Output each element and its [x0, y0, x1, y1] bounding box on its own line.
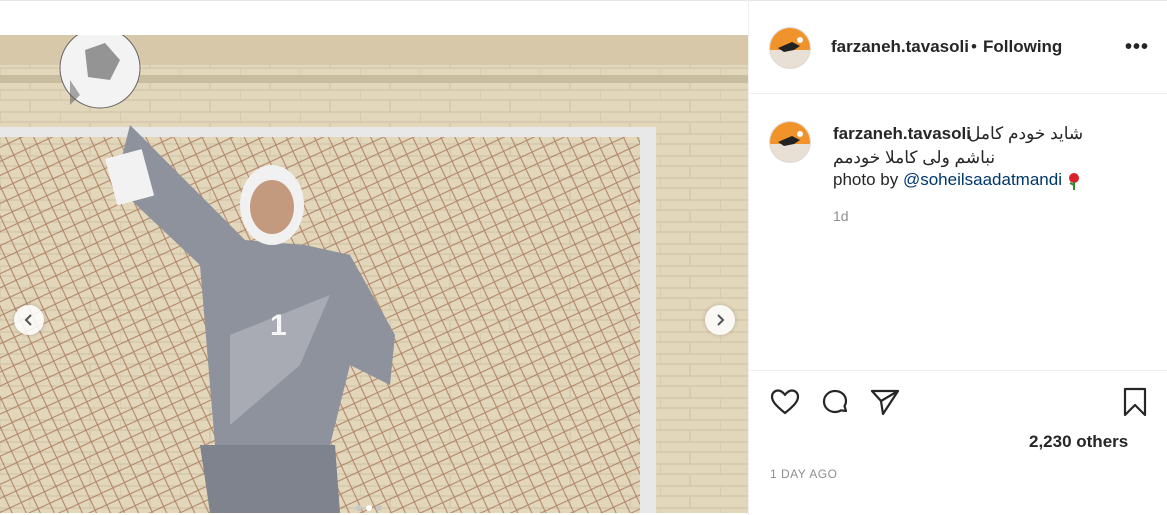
rose-emoji-icon — [1068, 172, 1079, 190]
carousel-indicator — [356, 505, 382, 511]
carousel-dot — [376, 505, 382, 511]
send-icon — [870, 389, 900, 416]
caption-text-line2: نباشم ولی کاملا خودمم — [833, 148, 996, 167]
avatar-image — [770, 28, 810, 68]
likes-count[interactable]: 2,230 others — [1029, 432, 1128, 452]
chevron-right-icon — [717, 314, 725, 326]
share-button[interactable] — [869, 386, 901, 423]
chevron-left-icon — [24, 314, 32, 326]
bookmark-icon — [1123, 387, 1147, 417]
caption-text-line1: شاید خودم کامل — [968, 124, 1084, 143]
actions-divider — [749, 370, 1167, 371]
post-side-panel: farzaneh.tavasoli • Following ••• farzan… — [748, 0, 1167, 515]
header-username[interactable]: farzaneh.tavasoli — [831, 37, 969, 57]
svg-text:1: 1 — [270, 309, 287, 342]
like-button[interactable] — [769, 386, 801, 423]
post-image[interactable]: 1 — [0, 35, 748, 513]
heart-icon — [770, 389, 800, 415]
mention-link[interactable]: @soheilsaadatmandi — [903, 170, 1062, 189]
previous-slide-button[interactable] — [14, 305, 44, 335]
comment-timestamp: 1d — [833, 208, 849, 224]
post-timestamp: 1 DAY AGO — [770, 467, 838, 481]
following-button[interactable]: Following — [983, 37, 1062, 57]
caption-username[interactable]: farzaneh.tavasoli — [833, 124, 971, 144]
carousel-dot-active — [366, 505, 372, 511]
more-options-button[interactable]: ••• — [1125, 36, 1149, 59]
next-slide-button[interactable] — [705, 305, 735, 335]
carousel-dot — [356, 505, 362, 511]
goalkeeper-photo: 1 — [0, 35, 748, 513]
save-button[interactable] — [1119, 386, 1151, 423]
caption-credit: photo by @soheilsaadatmandi — [833, 170, 1081, 190]
caption-photo-prefix: photo by — [833, 170, 903, 189]
comment-button[interactable] — [819, 386, 851, 423]
avatar[interactable] — [769, 27, 811, 69]
avatar-image — [770, 122, 810, 162]
caption-avatar[interactable] — [769, 121, 811, 163]
comment-icon — [822, 389, 848, 414]
post-header: farzaneh.tavasoli • Following ••• — [749, 0, 1167, 94]
header-separator: • — [971, 37, 977, 56]
